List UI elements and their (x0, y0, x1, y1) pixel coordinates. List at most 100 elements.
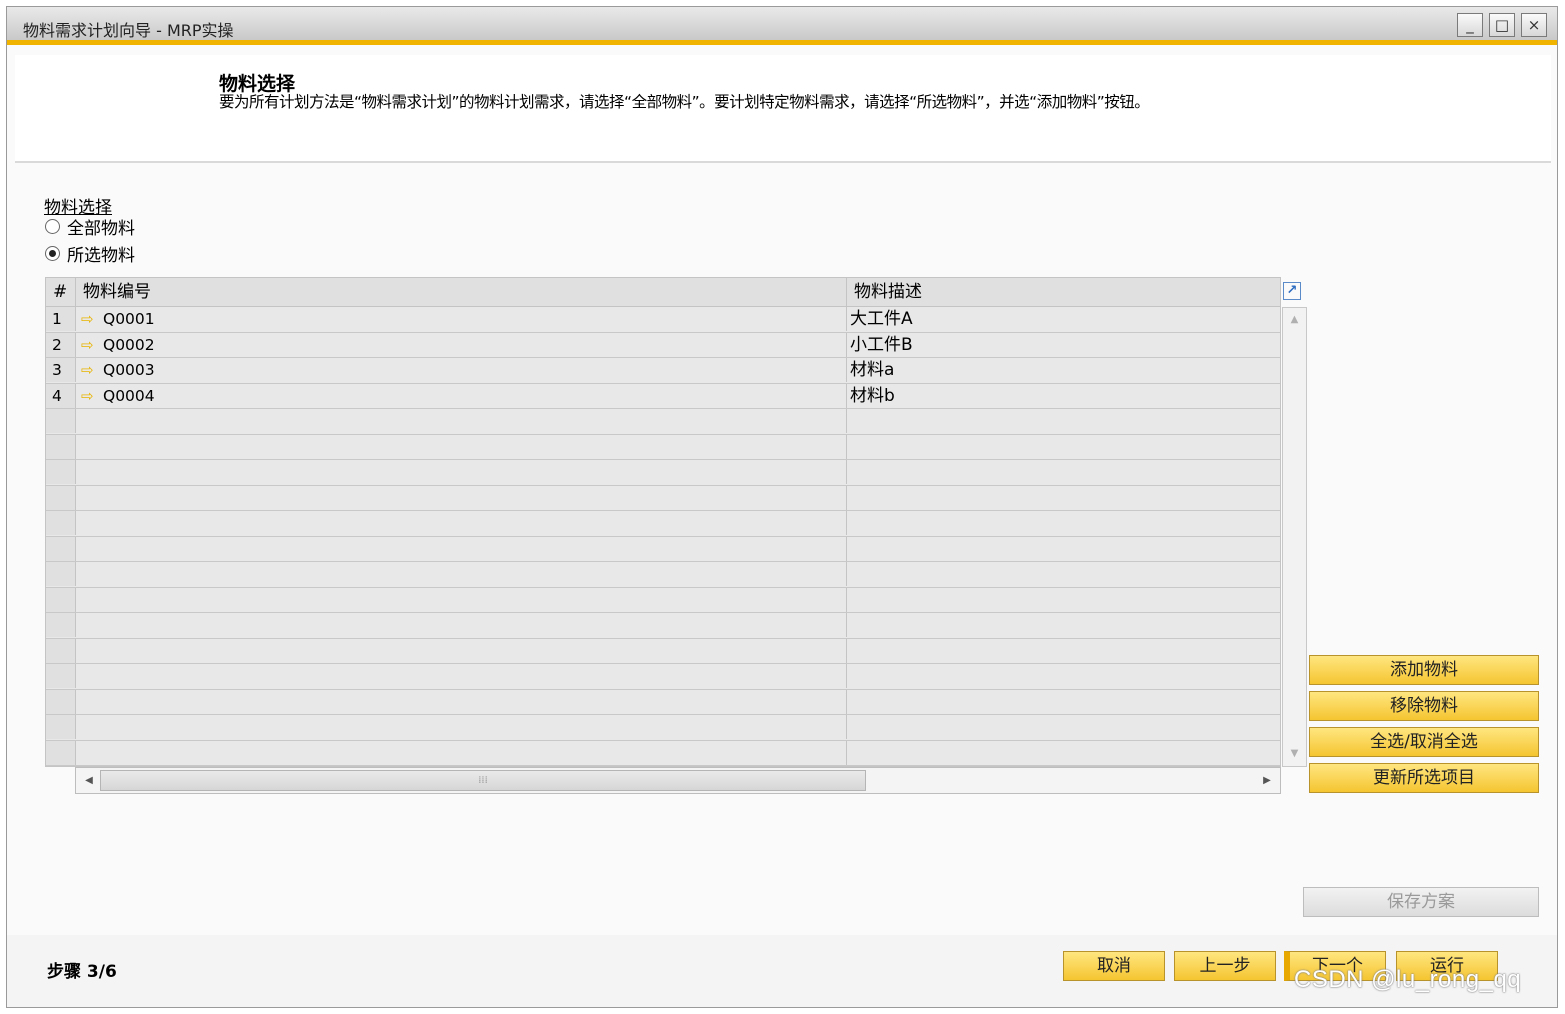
scroll-thumb[interactable]: ⁞⁞⁞ (100, 770, 866, 791)
material-code-cell[interactable] (76, 409, 847, 433)
empty-table-row[interactable] (46, 613, 1280, 639)
table-row[interactable]: 3 ⇨ Q0003 材料a (46, 358, 1280, 384)
select-all-button[interactable]: 全选/取消全选 (1309, 727, 1539, 757)
material-code-cell[interactable] (76, 460, 847, 484)
material-code-cell[interactable]: ⇨ Q0004 (76, 383, 847, 408)
material-code-cell[interactable] (76, 587, 847, 612)
material-code-cell[interactable] (76, 613, 847, 637)
material-description-cell[interactable] (847, 486, 1280, 510)
material-grid: # 物料编号 物料描述 1 ⇨ Q0001 大工件A 2 ⇨ Q0002 小工件B 3 ⇨ Q000… (45, 277, 1281, 767)
empty-table-row[interactable] (46, 409, 1280, 435)
material-code-cell[interactable] (76, 562, 847, 586)
material-description-cell[interactable] (847, 537, 1280, 561)
radio-button[interactable] (45, 246, 60, 261)
material-code-cell[interactable] (76, 536, 847, 561)
radio-label: 全部物料 (67, 219, 135, 239)
table-row[interactable]: 1 ⇨ Q0001 大工件A (46, 307, 1280, 333)
material-description-cell[interactable]: 材料b (847, 384, 1280, 408)
add-material-button[interactable]: 添加物料 (1309, 655, 1539, 685)
empty-table-row[interactable] (46, 562, 1280, 588)
remove-material-button[interactable]: 移除物料 (1309, 691, 1539, 721)
empty-table-row[interactable] (46, 536, 1280, 562)
empty-table-row[interactable] (46, 511, 1280, 537)
link-arrow-icon[interactable]: ⇨ (81, 358, 103, 382)
column-header-number[interactable]: # (46, 278, 76, 306)
row-number (46, 562, 76, 586)
material-description-cell[interactable] (847, 613, 1280, 637)
previous-button[interactable]: 上一步 (1174, 951, 1276, 981)
table-row[interactable]: 2 ⇨ Q0002 小工件B (46, 332, 1280, 358)
row-number (46, 664, 76, 688)
material-description-cell[interactable]: 大工件A (847, 307, 1280, 331)
row-number: 3 (46, 358, 76, 382)
empty-table-row[interactable] (46, 689, 1280, 715)
material-description-cell[interactable]: 材料a (847, 358, 1280, 382)
empty-table-row[interactable] (46, 664, 1280, 690)
material-description-cell[interactable]: 小工件B (847, 333, 1280, 357)
minimize-button[interactable]: _ (1457, 13, 1483, 37)
close-button[interactable]: × (1521, 13, 1547, 37)
row-number (46, 409, 76, 433)
link-arrow-icon[interactable]: ⇨ (81, 333, 103, 357)
material-code-cell[interactable] (76, 434, 847, 459)
material-code: Q0003 (103, 361, 155, 379)
radio-button[interactable] (45, 219, 60, 234)
row-number (46, 460, 76, 484)
column-header-description[interactable]: 物料描述 (847, 278, 1280, 306)
vertical-scrollbar[interactable]: ▲ ▼ (1282, 307, 1307, 767)
update-selected-button[interactable]: 更新所选项目 (1309, 763, 1539, 793)
maximize-button[interactable]: □ (1489, 13, 1515, 37)
material-code-cell[interactable] (76, 511, 847, 535)
empty-table-row[interactable] (46, 460, 1280, 486)
empty-table-row[interactable] (46, 715, 1280, 741)
window-title: 物料需求计划向导 - MRP实操 (23, 21, 234, 40)
material-code: Q0001 (103, 310, 155, 328)
cancel-button[interactable]: 取消 (1063, 951, 1165, 981)
material-code-cell[interactable] (76, 689, 847, 714)
row-number (46, 485, 76, 510)
empty-table-row[interactable] (46, 638, 1280, 664)
grid-body: 1 ⇨ Q0001 大工件A 2 ⇨ Q0002 小工件B 3 ⇨ Q0003 材料a 4 ⇨ Q0004 材… (45, 307, 1281, 767)
horizontal-scrollbar[interactable]: ◀ ⁞⁞⁞ ▶ (75, 767, 1281, 794)
material-description-cell[interactable] (847, 664, 1280, 688)
radio-selected-materials[interactable]: 所选物料 (45, 241, 135, 266)
material-description-cell[interactable] (847, 588, 1280, 612)
material-description-cell[interactable] (847, 435, 1280, 459)
material-code-cell[interactable]: ⇨ Q0002 (76, 332, 847, 357)
material-code-cell[interactable] (76, 740, 847, 765)
row-number (46, 511, 76, 535)
material-code-cell[interactable] (76, 485, 847, 510)
empty-table-row[interactable] (46, 740, 1280, 766)
empty-table-row[interactable] (46, 587, 1280, 613)
material-description-cell[interactable] (847, 562, 1280, 586)
table-row[interactable]: 4 ⇨ Q0004 材料b (46, 383, 1280, 409)
link-arrow-icon[interactable]: ⇨ (81, 384, 103, 408)
expand-arrow-icon[interactable]: ↗ (1283, 282, 1301, 300)
material-description-cell[interactable] (847, 690, 1280, 714)
empty-table-row[interactable] (46, 485, 1280, 511)
scroll-down-icon[interactable]: ▼ (1283, 744, 1306, 764)
radio-all-materials[interactable]: 全部物料 (45, 214, 135, 239)
material-code-cell[interactable]: ⇨ Q0003 (76, 358, 847, 382)
material-code-cell[interactable] (76, 638, 847, 663)
material-code-cell[interactable] (76, 715, 847, 739)
material-description-cell[interactable] (847, 639, 1280, 663)
row-number (46, 587, 76, 612)
scroll-left-icon[interactable]: ◀ (78, 768, 100, 793)
column-header-code[interactable]: 物料编号 (76, 278, 847, 306)
material-description-cell[interactable] (847, 409, 1280, 433)
grid-header: # 物料编号 物料描述 (45, 277, 1281, 307)
empty-table-row[interactable] (46, 434, 1280, 460)
material-code-cell[interactable]: ⇨ Q0001 (76, 307, 847, 331)
material-code-cell[interactable] (76, 664, 847, 688)
save-scheme-button[interactable]: 保存方案 (1303, 887, 1539, 917)
material-description-cell[interactable] (847, 741, 1280, 765)
material-description-cell[interactable] (847, 460, 1280, 484)
scroll-right-icon[interactable]: ▶ (1256, 768, 1278, 793)
scroll-up-icon[interactable]: ▲ (1283, 310, 1306, 330)
link-arrow-icon[interactable]: ⇨ (81, 307, 103, 331)
title-bar: 物料需求计划向导 - MRP实操 _ □ × (7, 7, 1557, 45)
material-description-cell[interactable] (847, 511, 1280, 535)
row-number (46, 613, 76, 637)
material-description-cell[interactable] (847, 715, 1280, 739)
